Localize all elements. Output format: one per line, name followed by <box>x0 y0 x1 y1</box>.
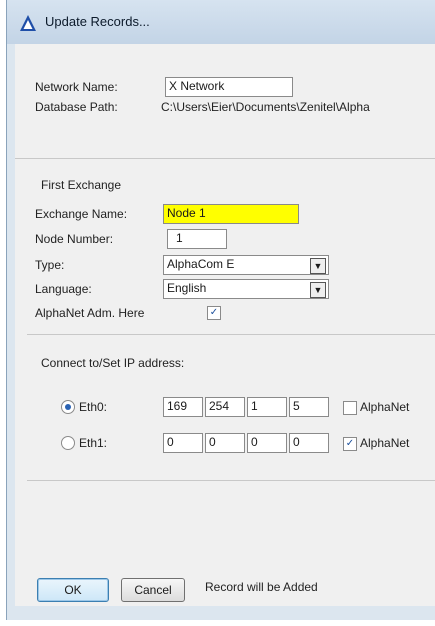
eth1-octet-1[interactable]: 0 <box>163 433 203 453</box>
separator <box>27 334 435 335</box>
database-path-value: C:\Users\Eier\Documents\Zenitel\Alpha <box>161 100 370 114</box>
node-number-input[interactable]: 1 <box>167 229 227 249</box>
eth0-octet-1[interactable]: 169 <box>163 397 203 417</box>
separator <box>27 480 435 481</box>
eth1-octet-4[interactable]: 0 <box>289 433 329 453</box>
dropdown-arrow-icon[interactable]: ▼ <box>310 282 326 298</box>
network-name-input[interactable]: X Network <box>165 77 293 97</box>
alphanet-adm-checkbox[interactable]: ✓ <box>207 306 221 320</box>
cancel-button[interactable]: Cancel <box>121 578 185 602</box>
eth0-alphanet-label: AlphaNet <box>360 400 410 414</box>
exchange-name-label: Exchange Name: <box>35 207 128 221</box>
language-value: English <box>167 281 207 295</box>
eth0-alphanet-checkbox[interactable] <box>343 401 357 415</box>
eth1-label: Eth1: <box>79 436 108 450</box>
eth0-octet-3[interactable]: 1 <box>247 397 287 417</box>
ok-button[interactable]: OK <box>37 578 109 602</box>
language-select[interactable]: English ▼ <box>163 279 329 299</box>
title-bar[interactable]: Update Records... <box>7 0 435 44</box>
eth0-octet-2[interactable]: 254 <box>205 397 245 417</box>
ip-section-heading: Connect to/Set IP address: <box>41 356 185 370</box>
database-path-label: Database Path: <box>35 100 118 114</box>
dialog-body: Network Name: X Network Database Path: C… <box>15 44 435 606</box>
eth1-octet-2[interactable]: 0 <box>205 433 245 453</box>
triangle-app-icon <box>20 15 36 31</box>
eth0-octet-4[interactable]: 5 <box>289 397 329 417</box>
type-select[interactable]: AlphaCom E ▼ <box>163 255 329 275</box>
exchange-name-input[interactable]: Node 1 <box>163 204 299 224</box>
status-text: Record will be Added <box>205 580 318 594</box>
window-title: Update Records... <box>45 14 150 29</box>
eth1-alphanet-label: AlphaNet <box>360 436 410 450</box>
network-name-label: Network Name: <box>35 80 118 94</box>
eth1-octet-3[interactable]: 0 <box>247 433 287 453</box>
dropdown-arrow-icon[interactable]: ▼ <box>310 258 326 274</box>
language-label: Language: <box>35 282 92 296</box>
node-number-label: Node Number: <box>35 232 114 246</box>
eth0-label: Eth0: <box>79 400 108 414</box>
alphanet-adm-label: AlphaNet Adm. Here <box>35 306 145 320</box>
eth0-radio[interactable] <box>61 400 75 414</box>
type-value: AlphaCom E <box>167 257 235 271</box>
first-exchange-heading: First Exchange <box>41 178 122 192</box>
update-records-dialog: Update Records... Network Name: X Networ… <box>6 0 435 620</box>
eth1-radio[interactable] <box>61 436 75 450</box>
eth1-alphanet-checkbox[interactable]: ✓ <box>343 437 357 451</box>
separator <box>15 158 435 159</box>
type-label: Type: <box>35 258 65 272</box>
